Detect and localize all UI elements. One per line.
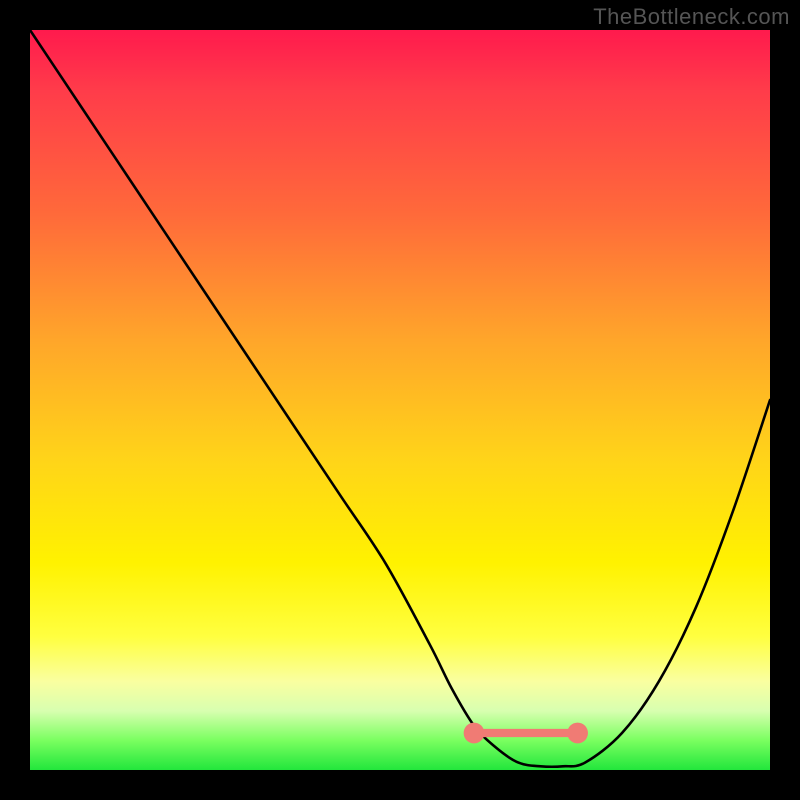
chart-frame: TheBottleneck.com <box>0 0 800 800</box>
curve-layer <box>30 30 770 770</box>
bottleneck-curve-path <box>30 30 770 767</box>
flat-region-start-dot <box>464 723 485 744</box>
plot-area <box>30 30 770 770</box>
watermark-text: TheBottleneck.com <box>593 4 790 30</box>
flat-region-end-dot <box>567 723 588 744</box>
